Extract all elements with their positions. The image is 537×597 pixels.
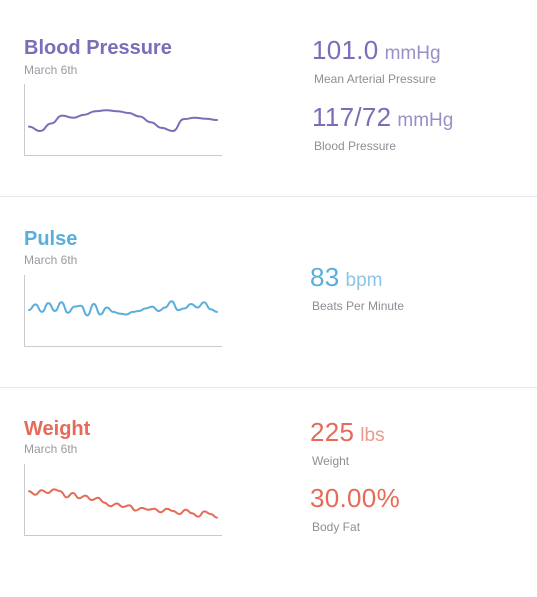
blood-pressure-sparkline xyxy=(24,84,222,156)
metric-unit: mmHg xyxy=(384,43,441,64)
weight-card[interactable]: Weight March 6th 225 lbs Weight 30.00% Bo… xyxy=(0,388,537,597)
card-date: March 6th xyxy=(24,442,78,456)
sparkline-series xyxy=(28,109,218,132)
card-title: Pulse xyxy=(24,228,78,250)
metric-value: 101.0 xyxy=(312,35,379,65)
metric-unit: bpm xyxy=(345,270,383,291)
metric-label: Beats Per Minute xyxy=(312,299,405,313)
pulse-card[interactable]: Pulse March 6th 83 bpm Beats Per Minute xyxy=(0,197,537,387)
metric-value: 30.00% xyxy=(310,483,400,513)
sparkline-series xyxy=(28,488,218,519)
metric-value: 83 xyxy=(310,262,340,292)
metric-label: Body Fat xyxy=(312,520,361,534)
card-date: March 6th xyxy=(24,253,78,267)
weight-metric: 225 lbs Weight xyxy=(310,419,385,467)
sparkline-series xyxy=(28,300,218,317)
weight-sparkline xyxy=(24,464,222,536)
card-title: Weight xyxy=(24,418,91,440)
blood-pressure-card[interactable]: Blood Pressure March 6th 101.0 mmHg Mean … xyxy=(0,0,537,196)
card-title: Blood Pressure xyxy=(24,37,172,59)
pulse-metric: 83 bpm Beats Per Minute xyxy=(310,264,404,312)
card-date: March 6th xyxy=(24,63,78,77)
blood-pressure-metric: 117/72 mmHg Blood Pressure xyxy=(312,104,453,152)
metric-label: Weight xyxy=(312,454,350,468)
mean-arterial-pressure-metric: 101.0 mmHg Mean Arterial Pressure xyxy=(312,37,441,85)
metric-value: 117/72 xyxy=(312,102,392,132)
metric-unit: lbs xyxy=(360,425,385,446)
chart-axis xyxy=(24,464,222,536)
metric-label: Mean Arterial Pressure xyxy=(314,72,437,86)
metric-label: Blood Pressure xyxy=(314,139,397,153)
body-fat-metric: 30.00% Body Fat xyxy=(310,485,406,533)
pulse-sparkline xyxy=(24,275,222,347)
metric-unit: mmHg xyxy=(397,110,454,131)
chart-axis xyxy=(24,84,222,156)
metric-value: 225 xyxy=(310,417,355,447)
